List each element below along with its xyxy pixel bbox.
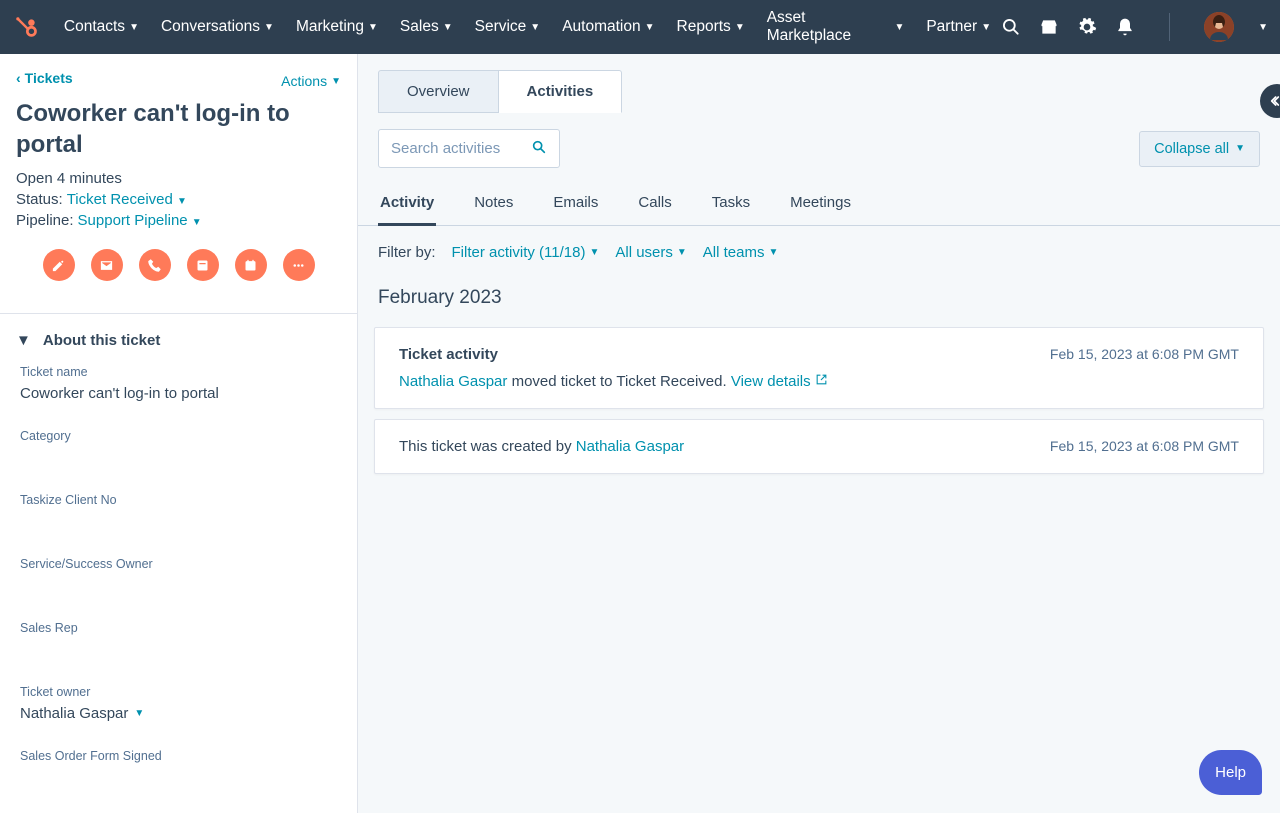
hubspot-logo-icon[interactable] [12,13,40,41]
topnav-icons: ▼ [1001,12,1268,42]
nav-conversations[interactable]: Conversations▼ [151,1,284,53]
chevron-down-icon: ▼ [530,22,540,33]
chevron-down-icon: ▼ [981,22,991,33]
nav-marketing[interactable]: Marketing▼ [286,1,388,53]
card-body: This ticket was created by Nathalia Gasp… [399,438,684,455]
avatar[interactable] [1204,12,1234,42]
card-timestamp: Feb 15, 2023 at 6:08 PM GMT [1050,346,1239,362]
chevron-down-icon: ▼ [177,196,187,207]
field-sales-rep[interactable]: Sales Rep [0,613,357,663]
chevron-down-icon: ▼ [645,22,655,33]
tab-tasks[interactable]: Tasks [710,184,752,225]
chevron-down-icon: ▼ [894,22,904,33]
chevron-down-icon: ▼ [192,217,202,228]
actor-link[interactable]: Nathalia Gaspar [399,373,507,390]
activity-type-tabs: Activity Notes Emails Calls Tasks Meetin… [358,184,1280,226]
search-icon[interactable] [1001,17,1021,37]
chevron-down-icon: ▼ [368,22,378,33]
tab-activity[interactable]: Activity [378,184,436,226]
chevron-down-icon: ▼ [443,22,453,33]
nav-asset-marketplace[interactable]: Asset Marketplace▼ [757,1,915,53]
tab-notes[interactable]: Notes [472,184,515,225]
collapse-all-button[interactable]: Collapse all ▼ [1139,131,1260,167]
activity-card: Ticket activity Nathalia Gaspar moved ti… [374,327,1264,409]
filter-users-dropdown[interactable]: All users▼ [615,244,686,261]
chevron-down-icon: ▼ [735,22,745,33]
quick-actions [16,233,341,301]
log-button[interactable] [187,249,219,281]
open-duration: Open 4 minutes [16,170,341,187]
tab-calls[interactable]: Calls [636,184,673,225]
filter-by-label: Filter by: [378,244,436,261]
nav-automation[interactable]: Automation▼ [552,1,664,53]
field-taskize-client-no[interactable]: Taskize Client No [0,485,357,535]
call-button[interactable] [139,249,171,281]
record-tabs: Overview Activities [358,54,1280,113]
actor-link[interactable]: Nathalia Gaspar [576,438,684,455]
card-title: Ticket activity [399,346,828,363]
view-details-link[interactable]: View details [731,373,828,390]
tab-meetings[interactable]: Meetings [788,184,853,225]
divider [1169,13,1170,41]
help-button[interactable]: Help [1199,750,1262,795]
pipeline-value-dropdown[interactable]: Support Pipeline ▼ [78,212,202,229]
about-section-header[interactable]: ▼ About this ticket [0,314,357,357]
search-input[interactable] [391,140,523,157]
card-timestamp: Feb 15, 2023 at 6:08 PM GMT [1050,438,1239,454]
note-button[interactable] [43,249,75,281]
tab-emails[interactable]: Emails [551,184,600,225]
tab-overview[interactable]: Overview [378,70,499,113]
more-button[interactable] [283,249,315,281]
nav-contacts[interactable]: Contacts▼ [54,1,149,53]
field-ticket-name[interactable]: Ticket name Coworker can't log-in to por… [0,357,357,407]
main-panel: Overview Activities Collapse all ▼ Activ… [358,54,1280,813]
field-sales-order-form-signed[interactable]: Sales Order Form Signed [0,741,357,791]
status-value-dropdown[interactable]: Ticket Received ▼ [67,191,187,208]
task-button[interactable] [235,249,267,281]
search-icon [531,139,547,158]
chevron-down-icon: ▼ [331,76,341,87]
marketplace-icon[interactable] [1039,17,1059,37]
nav-reports[interactable]: Reports▼ [667,1,755,53]
nav-service[interactable]: Service▼ [465,1,551,53]
email-button[interactable] [91,249,123,281]
nav-partner[interactable]: Partner▼ [916,1,1001,53]
actions-menu[interactable]: Actions ▼ [281,73,341,89]
chevron-down-icon: ▼ [264,22,274,33]
tab-activities[interactable]: Activities [499,70,623,113]
field-category[interactable]: Category [0,421,357,471]
chevron-down-icon: ▼ [677,247,687,258]
ticket-title: Coworker can't log-in to portal [16,98,341,160]
topnav-menu: Contacts▼ Conversations▼ Marketing▼ Sale… [54,1,1001,53]
card-body: Nathalia Gaspar moved ticket to Ticket R… [399,373,828,390]
chevron-down-icon: ▼ [134,708,144,719]
filter-teams-dropdown[interactable]: All teams▼ [703,244,779,261]
chevron-down-icon: ▼ [589,247,599,258]
status-label: Status: [16,191,63,208]
filter-activity-dropdown[interactable]: Filter activity (11/18)▼ [452,244,600,261]
nav-sales[interactable]: Sales▼ [390,1,463,53]
caret-down-icon: ▼ [16,332,31,349]
chevron-left-icon: ‹ [16,70,21,86]
back-to-tickets-link[interactable]: ‹ Tickets [16,70,73,86]
bell-icon[interactable] [1115,17,1135,37]
account-chevron-down-icon[interactable]: ▼ [1258,22,1268,33]
gear-icon[interactable] [1077,17,1097,37]
top-nav: Contacts▼ Conversations▼ Marketing▼ Sale… [0,0,1280,54]
pipeline-label: Pipeline: [16,212,74,229]
field-service-success-owner[interactable]: Service/Success Owner [0,549,357,599]
field-ticket-owner[interactable]: Ticket owner Nathalia Gaspar▼ [0,677,357,727]
chevron-down-icon: ▼ [768,247,778,258]
chevron-down-icon: ▼ [129,22,139,33]
search-activities-input[interactable] [378,129,560,168]
record-sidebar: ‹ Tickets Actions ▼ Coworker can't log-i… [0,54,358,813]
chevron-down-icon: ▼ [1235,143,1245,154]
external-link-icon [815,373,828,386]
month-header: February 2023 [358,265,1280,317]
filter-row: Filter by: Filter activity (11/18)▼ All … [358,226,1280,265]
activity-card: This ticket was created by Nathalia Gasp… [374,419,1264,474]
